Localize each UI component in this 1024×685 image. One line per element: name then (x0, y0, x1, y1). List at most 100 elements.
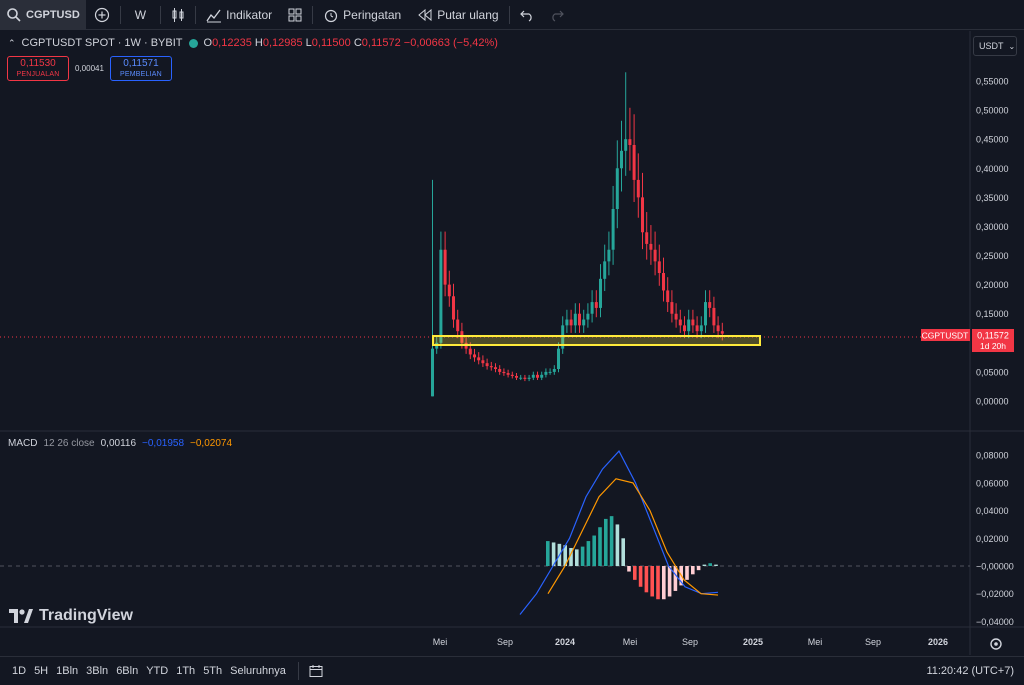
grid-icon (288, 8, 302, 21)
range-button-1bln[interactable]: 1Bln (52, 665, 82, 677)
chart-area[interactable]: 0,55000 0,50000 0,45000 0,40000 0,35000 0,300… (0, 31, 1024, 655)
clock-timezone[interactable]: 11:20:42 (UTC+7) (926, 665, 1014, 677)
divider (160, 5, 162, 24)
candle-body (569, 319, 573, 326)
candle-body (515, 375, 518, 378)
candle-body (447, 284, 451, 297)
candle-body (712, 307, 716, 326)
alarm-clock-icon (325, 9, 338, 22)
sell-button[interactable]: 0,11530 PENJUALAN (7, 56, 69, 81)
macd-histogram-bar (627, 566, 631, 572)
compare-button[interactable] (86, 0, 118, 30)
macd-histogram-bar (656, 566, 660, 600)
candle-body (452, 296, 455, 320)
ohlc-values: O0,12235 H0,12985 L0,11500 C0,11572 −0,0… (203, 37, 498, 49)
divider (119, 5, 121, 24)
macd-axis-label: −0,04000 (976, 617, 1014, 627)
candle-body (544, 371, 548, 375)
macd-axis-label: 0,08000 (976, 451, 1009, 461)
time-axis[interactable]: Mei Sep 2024 Mei Sep 2025 Mei Sep 2026 (433, 637, 948, 647)
plus-circle-icon (94, 7, 109, 22)
candle-body (481, 360, 485, 364)
collapse-chevron-icon[interactable]: ⌃ (8, 38, 16, 49)
time-axis-label: Mei (623, 637, 638, 647)
time-axis-label: Sep (865, 637, 881, 647)
macd-params: 12 26 close (43, 438, 95, 449)
close-value: 0,11572 (361, 37, 401, 49)
candle-body (565, 319, 569, 326)
macd-axis[interactable]: 0,08000 0,06000 0,04000 0,02000 −0,00000 −0,0… (976, 451, 1014, 627)
support-zone-rectangle[interactable] (432, 335, 761, 346)
macd-histogram-bar (644, 566, 649, 593)
candle-body (687, 319, 691, 332)
settings-gear-icon[interactable] (990, 638, 1002, 650)
macd-axis-label: −0,02000 (976, 589, 1014, 599)
candle-body (548, 371, 552, 373)
indicators-button[interactable]: Indikator (198, 0, 280, 30)
macd-axis-label: 0,06000 (976, 478, 1009, 488)
price-axis-label: 0,25000 (976, 251, 1009, 261)
candle-body (670, 302, 674, 314)
symbol-search-button[interactable]: CGPTUSD (0, 0, 86, 30)
candle-body (645, 232, 649, 244)
logo-text: TradingView (39, 607, 133, 624)
price-axis-label: 0,00000 (976, 397, 1009, 407)
candle-body (649, 243, 653, 250)
candle-body (620, 150, 623, 169)
candle-body (536, 374, 539, 378)
candle-body (439, 249, 443, 343)
macd-name: MACD (8, 438, 38, 449)
search-icon (7, 7, 21, 22)
candle-body (506, 373, 510, 375)
range-button-1d[interactable]: 1D (8, 665, 30, 677)
range-button-6bln[interactable]: 6Bln (112, 665, 142, 677)
replay-label: Putar ulang (437, 7, 499, 22)
range-button-seluruhnya[interactable]: Seluruhnya (226, 665, 290, 677)
replay-button[interactable]: Putar ulang (409, 0, 506, 30)
layouts-button[interactable] (280, 0, 310, 30)
alerts-button[interactable]: Peringatan (315, 0, 409, 30)
currency-label: USDT (979, 41, 1004, 51)
top-toolbar: CGPTUSD W Indikator Peringatan Putar ula… (0, 0, 1024, 30)
range-button-5th[interactable]: 5Th (199, 665, 226, 677)
range-button-1th[interactable]: 1Th (172, 665, 199, 677)
divider (195, 5, 197, 24)
currency-select[interactable]: USDT ⌄ (973, 36, 1017, 56)
range-button-3bln[interactable]: 3Bln (82, 665, 112, 677)
divider (508, 5, 510, 24)
macd-histogram-bar (685, 566, 689, 580)
macd-layer (519, 450, 719, 615)
price-tag-value: 0,11572 (977, 331, 1009, 341)
undo-button[interactable] (512, 0, 542, 30)
candles-icon (172, 7, 184, 22)
macd-histogram-bar (667, 566, 672, 597)
goto-date-button[interactable] (301, 656, 331, 685)
calendar-icon (309, 665, 323, 677)
price-axis[interactable]: 0,55000 0,50000 0,45000 0,40000 0,35000 0,300… (976, 77, 1009, 407)
macd-histogram-bar (604, 518, 608, 566)
redo-button[interactable] (542, 0, 572, 30)
candle-body (607, 249, 611, 262)
macd-axis-label: −0,00000 (976, 562, 1014, 572)
undo-icon (519, 10, 532, 22)
time-axis-label: Sep (497, 637, 513, 647)
range-button-ytd[interactable]: YTD (142, 665, 172, 677)
candle-body (716, 325, 720, 332)
buy-label: PEMBELIAN (119, 71, 162, 78)
price-axis-label: 0,40000 (976, 164, 1009, 174)
buy-price: 0,11571 (123, 58, 159, 69)
range-button-5h[interactable]: 5H (30, 665, 52, 677)
buy-button[interactable]: 0,11571 PEMBELIAN (109, 56, 172, 81)
chart-type-button[interactable] (163, 0, 193, 30)
candle-body (557, 348, 560, 369)
tradingview-logo[interactable]: TradingView (9, 607, 133, 625)
macd-histogram-bar (609, 516, 614, 566)
interval-button[interactable]: W (123, 0, 158, 30)
macd-histogram-bar (546, 541, 550, 566)
candle-body (489, 366, 493, 368)
macd-histogram-bar (592, 535, 596, 566)
chart-canvas[interactable]: 0,55000 0,50000 0,45000 0,40000 0,35000 0,300… (0, 31, 1024, 655)
macd-histogram-bar (662, 566, 666, 600)
time-axis-label: Mei (808, 637, 823, 647)
candle-body (494, 367, 497, 369)
